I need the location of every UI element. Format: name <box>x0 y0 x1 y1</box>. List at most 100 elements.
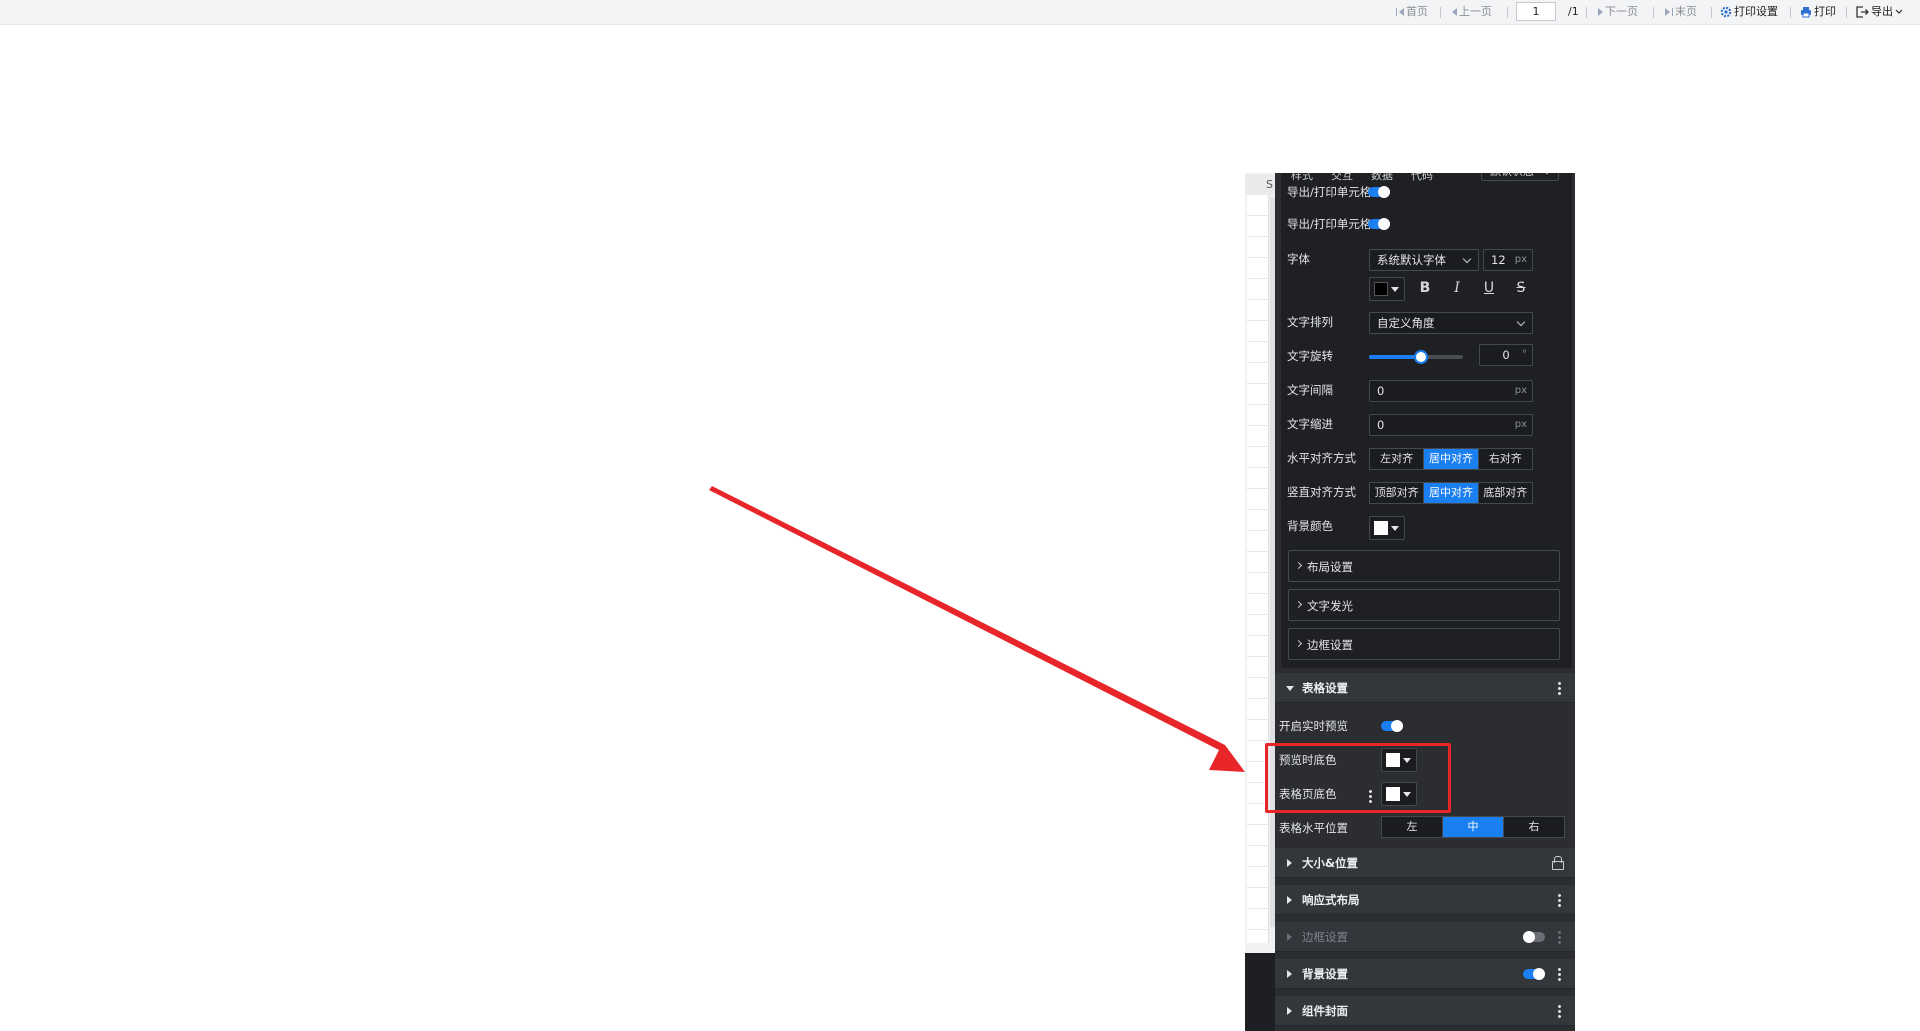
editor-screenshot: S 样式 交互 数据 代码 默认状态 导出/打印单元格... 导出/打印单元格.… <box>1245 173 1575 1031</box>
export-icon <box>1856 6 1869 18</box>
highlight-box <box>1265 743 1451 813</box>
rotate-slider-fill <box>1369 355 1421 359</box>
v-align-middle[interactable]: 居中对齐 <box>1424 483 1479 503</box>
font-size-input[interactable]: 12 px <box>1483 249 1533 271</box>
live-preview-toggle[interactable] <box>1381 720 1403 732</box>
more-icon[interactable] <box>1558 1004 1561 1018</box>
chevron-right-icon <box>1294 561 1303 570</box>
text-glow-collapsible[interactable]: 文字发光 <box>1288 589 1560 621</box>
h-align-right[interactable]: 右对齐 <box>1479 449 1532 469</box>
font-label: 字体 <box>1287 252 1310 266</box>
bg-color-swatch <box>1374 521 1388 535</box>
last-page-button[interactable]: 末页 <box>1665 4 1697 20</box>
tab-interaction[interactable]: 交互 <box>1331 173 1353 183</box>
layout-settings-collapsible[interactable]: 布局设置 <box>1288 550 1560 582</box>
font-family-select[interactable]: 系统默认字体 <box>1369 249 1479 271</box>
more-icon[interactable] <box>1558 893 1561 907</box>
toolbar-divider <box>1653 7 1654 18</box>
lock-icon[interactable] <box>1552 856 1564 870</box>
caret-right-icon <box>1287 859 1292 867</box>
rotate-slider[interactable] <box>1369 350 1463 364</box>
last-page-icon <box>1672 8 1673 16</box>
component-cover-section[interactable]: 组件封面 <box>1275 996 1575 1026</box>
text-spacing-label: 文字间隔 <box>1287 383 1333 397</box>
toolbar-divider <box>1440 7 1441 18</box>
table-hpos-group: 左 中 右 <box>1381 816 1565 838</box>
caret-right-icon <box>1287 933 1292 941</box>
more-icon[interactable] <box>1558 967 1561 981</box>
page-total: /1 <box>1568 5 1579 18</box>
bg-color-picker[interactable] <box>1369 516 1405 540</box>
last-page-arrow-icon <box>1665 8 1670 16</box>
italic-button[interactable]: I <box>1449 280 1465 296</box>
prev-page-button[interactable]: 上一页 <box>1452 4 1492 20</box>
toolbar-divider <box>1711 7 1712 18</box>
text-spacing-input[interactable]: 0 px <box>1369 380 1533 402</box>
tab-style[interactable]: 样式 <box>1291 173 1313 183</box>
next-page-button[interactable]: 下一页 <box>1598 4 1638 20</box>
print-toolbar: 首页 上一页 1 /1 下一页 末页 打印设置 打印 导出 <box>0 0 1920 25</box>
rotate-input[interactable]: 0 ° <box>1479 344 1533 366</box>
table-hpos-label: 表格水平位置 <box>1279 821 1348 835</box>
page-number-input[interactable]: 1 <box>1516 2 1556 21</box>
caret-down-icon <box>1391 526 1399 531</box>
responsive-layout-section[interactable]: 响应式布局 <box>1275 885 1575 915</box>
h-align-left[interactable]: 左对齐 <box>1370 449 1425 469</box>
background-toggle[interactable] <box>1523 968 1545 980</box>
table-hpos-left[interactable]: 左 <box>1382 817 1443 837</box>
border-settings-collapsible[interactable]: 边框设置 <box>1288 628 1560 660</box>
font-color-picker[interactable] <box>1369 277 1405 301</box>
canvas-footer <box>1245 953 1275 1031</box>
strikethrough-button[interactable]: S <box>1513 280 1529 296</box>
chevron-right-icon <box>1294 639 1303 648</box>
more-icon[interactable] <box>1558 930 1561 944</box>
export-print-toggle-2[interactable] <box>1368 218 1390 230</box>
chevron-down-icon <box>1542 173 1552 175</box>
table-settings-section[interactable]: 表格设置 <box>1275 673 1575 703</box>
more-icon[interactable] <box>1558 681 1561 695</box>
property-panel: 样式 交互 数据 代码 默认状态 导出/打印单元格... 导出/打印单元格...… <box>1275 173 1575 1031</box>
table-hpos-right[interactable]: 右 <box>1504 817 1564 837</box>
print-button[interactable]: 打印 <box>1800 4 1836 20</box>
border-settings-section[interactable]: 边框设置 <box>1275 922 1575 952</box>
v-align-bottom[interactable]: 底部对齐 <box>1479 483 1532 503</box>
chevron-down-icon <box>1516 317 1526 327</box>
tab-data[interactable]: 数据 <box>1371 173 1393 183</box>
bold-button[interactable]: B <box>1417 280 1433 296</box>
rotate-slider-handle[interactable] <box>1413 350 1428 364</box>
export-button[interactable]: 导出 <box>1856 4 1903 20</box>
printer-icon <box>1801 7 1811 18</box>
red-arrow-annotation <box>709 486 1245 772</box>
state-select[interactable]: 默认状态 <box>1481 173 1559 181</box>
next-icon <box>1598 8 1603 16</box>
first-page-button[interactable]: 首页 <box>1396 4 1428 20</box>
tab-code[interactable]: 代码 <box>1411 173 1433 183</box>
text-arrange-label: 文字排列 <box>1287 315 1333 329</box>
background-settings-section[interactable]: 背景设置 <box>1275 959 1575 989</box>
caret-down-icon <box>1286 686 1294 691</box>
text-indent-label: 文字缩进 <box>1287 417 1333 431</box>
text-rotate-label: 文字旋转 <box>1287 349 1333 363</box>
toolbar-divider <box>1846 7 1847 18</box>
caret-right-icon <box>1287 970 1292 978</box>
export-print-toggle-1[interactable] <box>1368 186 1390 198</box>
toolbar-divider <box>1586 7 1587 18</box>
chevron-right-icon <box>1294 600 1303 609</box>
caret-right-icon <box>1287 1007 1292 1015</box>
caret-down-icon <box>1391 287 1399 292</box>
text-arrange-select[interactable]: 自定义角度 <box>1369 312 1533 334</box>
size-position-section[interactable]: 大小&位置 <box>1275 848 1575 878</box>
canvas-preview: S <box>1245 173 1275 1031</box>
print-settings-button[interactable]: 打印设置 <box>1720 4 1778 20</box>
underline-button[interactable]: U <box>1481 280 1497 296</box>
live-preview-label: 开启实时预览 <box>1279 719 1348 733</box>
h-align-center[interactable]: 居中对齐 <box>1424 449 1479 469</box>
text-indent-input[interactable]: 0 px <box>1369 414 1533 436</box>
border-toggle[interactable] <box>1523 931 1545 943</box>
chevron-down-icon <box>1895 9 1903 14</box>
toolbar-divider <box>1790 7 1791 18</box>
prev-icon <box>1452 8 1457 16</box>
v-align-top[interactable]: 顶部对齐 <box>1370 483 1425 503</box>
table-hpos-center[interactable]: 中 <box>1443 817 1504 837</box>
chevron-down-icon <box>1462 254 1472 264</box>
